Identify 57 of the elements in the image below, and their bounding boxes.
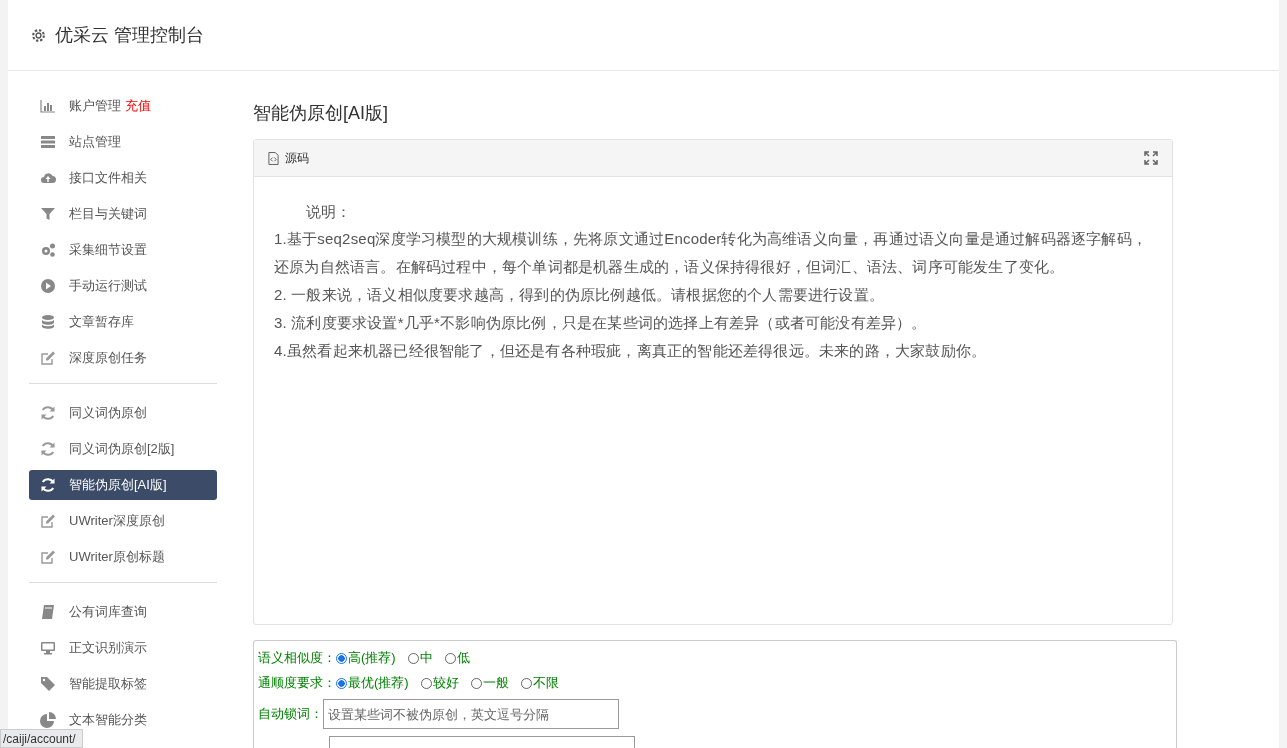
sidebar-item[interactable]: UWriter原创标题 <box>29 542 217 572</box>
sidebar-item[interactable]: 正文识别演示 <box>29 633 217 663</box>
sidebar-item[interactable]: 公有词库查询 <box>29 597 217 627</box>
edit-icon <box>40 513 56 529</box>
status-url: /caiji/account/ <box>0 729 83 748</box>
refresh-icon <box>40 477 56 493</box>
sidebar-item[interactable]: 栏目与关键词 <box>29 199 217 229</box>
sidebar-item[interactable]: 智能伪原创[AI版] <box>29 470 217 500</box>
sidebar-item[interactable]: 同义词伪原创 <box>29 398 217 428</box>
server-icon <box>40 134 56 150</box>
radio-option[interactable]: 最优(推荐) <box>336 674 409 692</box>
radio-option[interactable]: 中 <box>407 649 433 667</box>
bar-chart-icon <box>40 98 56 114</box>
sidebar-item[interactable]: UWriter深度原创 <box>29 506 217 536</box>
sidebar-item[interactable]: 手动运行测试 <box>29 271 217 301</box>
edit-icon <box>40 350 56 366</box>
database-icon <box>40 314 56 330</box>
refresh-icon <box>40 441 56 457</box>
source-button[interactable]: 源码 <box>268 149 309 167</box>
radio-option[interactable]: 一般 <box>470 674 509 692</box>
gears-icon <box>40 242 56 258</box>
sidebar-item[interactable]: 深度原创任务 <box>29 343 217 373</box>
editor-paragraph: 2. 一般来说，语义相似度要求越高，得到的伪原比例越低。请根据您的个人需要进行设置。 <box>274 285 886 305</box>
monitor-icon <box>40 640 56 656</box>
sidebar-item[interactable]: 智能提取标签 <box>29 669 217 699</box>
pie-chart-icon <box>40 712 56 728</box>
sidebar-item[interactable]: 同义词伪原创[2版] <box>29 434 217 464</box>
edit-icon <box>40 549 56 565</box>
field-label: 通顺度要求： <box>258 674 336 692</box>
tag-icon <box>40 676 56 692</box>
sidebar-item[interactable]: 账户管理 充值 <box>29 91 217 121</box>
sidebar-item[interactable]: 采集细节设置 <box>29 235 217 265</box>
book-icon <box>40 604 56 620</box>
sidebar-item[interactable]: 文章暂存库 <box>29 307 217 337</box>
radio-option[interactable]: 较好 <box>420 674 459 692</box>
field-label: 语义相似度： <box>258 649 336 667</box>
page-heading: 智能伪原创[AI版] <box>253 102 389 125</box>
sidebar-item[interactable]: 接口文件相关 <box>29 163 217 193</box>
editor-paragraph: 4.虽然看起来机器已经很智能了，但还是有各种瑕疵，离真正的智能还差得很远。未来的路，大家鼓励你。 <box>274 341 988 361</box>
radio-option[interactable]: 高(推荐) <box>336 649 396 667</box>
field-label: 自动锁词： <box>258 705 323 723</box>
sidebar-item[interactable]: 站点管理 <box>29 127 217 157</box>
editor-paragraph: 3. 流利度要求设置*几乎*不影响伪原比例，只是在某些词的选择上有差异（或者可能没有差异）。 <box>274 313 928 333</box>
editor-paragraph: 1.基于seq2seq深度学习模型的大规模训练，先将原文通过Encoder转化为高维语义向量，再通过语义向量是通过解码器逐字解码，还原为自然语言。在解码过程中，每个单词都是机器生成的，语义保持得很好，但词汇、语法、词序可能发生了变化。 <box>274 229 1148 277</box>
fullscreen-icon[interactable] <box>1144 151 1158 165</box>
filter-icon <box>40 206 56 222</box>
radio-option[interactable]: 不限 <box>520 674 559 692</box>
settings-icon <box>30 26 47 44</box>
play-icon <box>40 278 56 294</box>
app-title: 优采云 管理控制台 <box>55 24 204 47</box>
code-file-icon <box>268 151 279 165</box>
recharge-link[interactable]: 充值 <box>125 97 151 115</box>
lock-words-field[interactable]: 设置某些词不被伪原创，英文逗号分隔 <box>323 699 619 729</box>
editor-paragraph: 说明： <box>305 202 353 222</box>
refresh-icon <box>40 405 56 421</box>
cloud-upload-icon <box>40 170 56 186</box>
radio-option[interactable]: 低 <box>444 649 470 667</box>
